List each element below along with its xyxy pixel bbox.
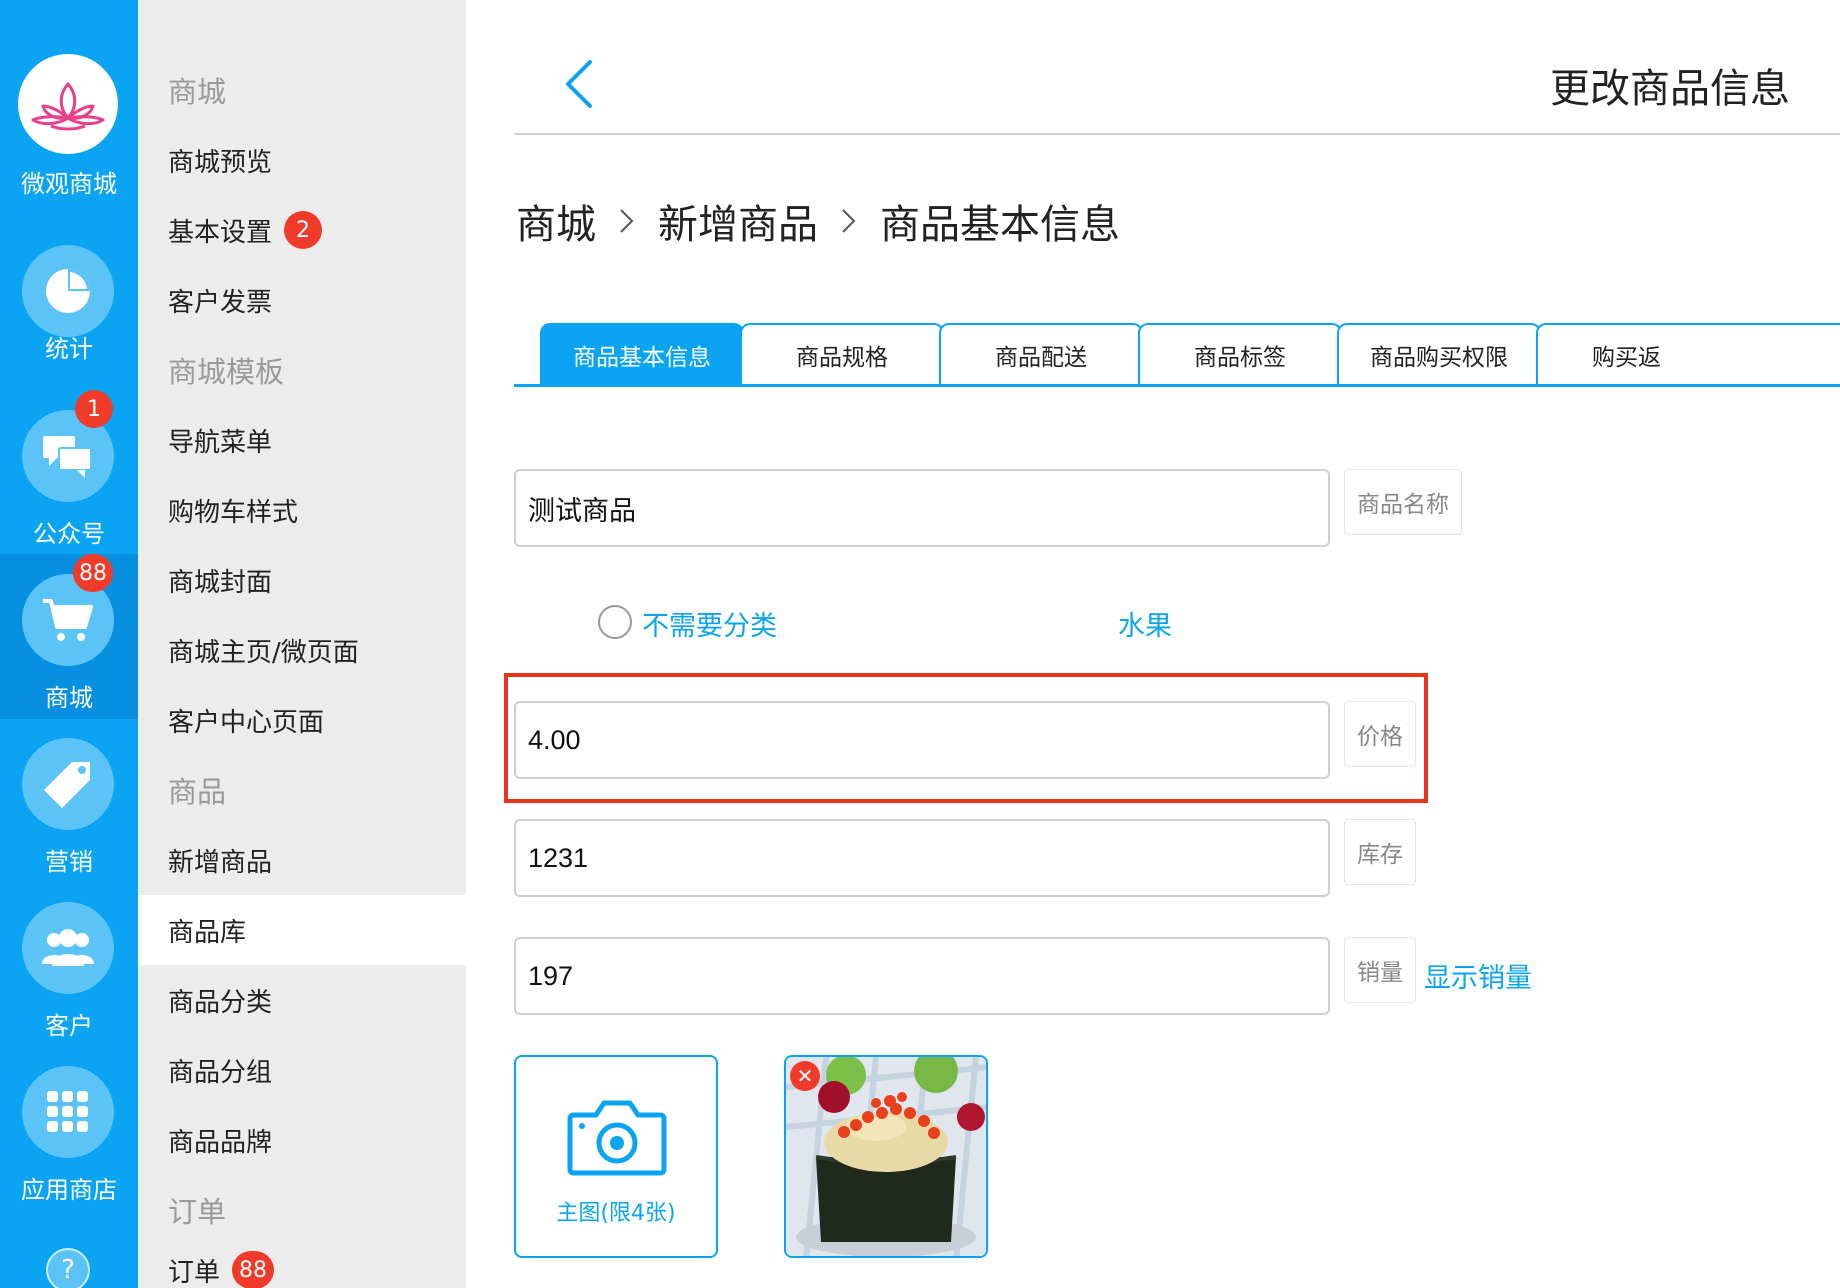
remove-image-icon[interactable]: ✕: [790, 1061, 820, 1091]
product-name-label: 商品名称: [1344, 469, 1462, 535]
tab-purchase-permission[interactable]: 商品购买权限: [1337, 323, 1541, 384]
rail-label-official-account: 公众号: [33, 520, 105, 548]
secondary-nav: 商城 商城预览 基本设置 2 客户发票 商城模板 导航菜单 购物车样式 商城封面 …: [138, 0, 466, 1288]
breadcrumb: 商城 新增商品 商品基本信息: [516, 192, 1120, 250]
rail-item-official-account[interactable]: 1 公众号: [0, 390, 138, 554]
product-image-thumbnail[interactable]: ✕: [784, 1055, 988, 1258]
rail-label-customers: 客户: [45, 1012, 93, 1040]
price-input[interactable]: 4.00: [514, 701, 1330, 779]
tab-delivery[interactable]: 商品配送: [939, 323, 1143, 384]
app-rail: 微观商城 统计 1 公众号 88 商城 营销 客户 应用商店 ?: [0, 0, 138, 1288]
breadcrumb-item-basic-info: 商品基本信息: [880, 202, 1120, 248]
rail-item-marketing[interactable]: 营销: [0, 718, 138, 882]
camera-icon: [567, 1100, 667, 1176]
tab-purchase-rebate[interactable]: 购买返: [1536, 323, 1840, 384]
category-selected[interactable]: 水果: [1118, 604, 1172, 643]
rail-label-app-store: 应用商店: [21, 1176, 117, 1204]
users-icon: [22, 902, 114, 994]
subnav-item-homepage[interactable]: 商城主页/微页面: [138, 615, 466, 685]
stock-input[interactable]: 1231: [514, 819, 1330, 897]
sushi-photo: [786, 1057, 986, 1256]
rail-item-mall[interactable]: 88 商城: [0, 554, 138, 719]
no-category-radio[interactable]: [598, 605, 632, 639]
sales-label: 销量: [1344, 937, 1416, 1003]
subnav-header-mall: 商城: [168, 75, 227, 109]
grid-apps-icon: [22, 1066, 114, 1158]
subnav-item-nav-menu[interactable]: 导航菜单: [138, 405, 466, 475]
chevron-right-icon: [620, 209, 634, 233]
sales-input[interactable]: 197: [514, 937, 1330, 1015]
stock-label: 库存: [1344, 819, 1416, 885]
subnav-header-products: 商品: [168, 775, 227, 809]
no-category-label[interactable]: 不需要分类: [642, 604, 777, 643]
pie-chart-icon: [22, 245, 114, 337]
tab-tags[interactable]: 商品标签: [1138, 323, 1342, 384]
subnav-item-cart-style[interactable]: 购物车样式: [138, 475, 466, 545]
subnav-item-product-library[interactable]: 商品库: [138, 895, 466, 965]
product-name-input[interactable]: 测试商品: [514, 469, 1330, 547]
subnav-item-mall-preview[interactable]: 商城预览: [138, 125, 466, 195]
subnav-header-orders: 订单: [168, 1195, 227, 1229]
subnav-item-add-product[interactable]: 新增商品: [138, 825, 466, 895]
lotus-logo-icon[interactable]: [18, 54, 118, 154]
page-title: 更改商品信息: [1550, 66, 1790, 112]
header-divider: [514, 133, 1840, 135]
badge-official-account: 1: [75, 390, 113, 428]
price-label: 价格: [1344, 701, 1416, 767]
tab-bar: 商品基本信息 商品规格 商品配送 商品标签 商品购买权限 购买返: [514, 323, 1840, 387]
rail-item-stats[interactable]: 统计: [0, 225, 138, 389]
subnav-item-product-category[interactable]: 商品分类: [138, 965, 466, 1035]
subnav-header-template: 商城模板: [168, 355, 285, 389]
tab-basic-info[interactable]: 商品基本信息: [540, 323, 744, 384]
breadcrumb-item-add-product[interactable]: 新增商品: [658, 192, 818, 250]
rail-label-marketing: 营销: [45, 848, 93, 876]
main-content: 更改商品信息 商城 新增商品 商品基本信息 商品基本信息 商品规格 商品配送 商…: [466, 0, 1840, 1288]
help-icon[interactable]: ?: [46, 1248, 90, 1288]
main-image-upload-label: 主图(限4张): [556, 1201, 676, 1226]
subnav-item-mall-cover[interactable]: 商城封面: [138, 545, 466, 615]
tag-icon: [22, 738, 114, 830]
badge-basic-settings: 2: [284, 211, 323, 249]
rail-item-app-store[interactable]: 应用商店: [0, 1046, 138, 1210]
subnav-item-product-group[interactable]: 商品分组: [138, 1035, 466, 1105]
tab-specs[interactable]: 商品规格: [740, 323, 944, 384]
rail-item-customers[interactable]: 客户: [0, 882, 138, 1046]
subnav-item-orders[interactable]: 订单 88: [138, 1240, 466, 1288]
badge-mall: 88: [73, 554, 113, 592]
badge-orders: 88: [232, 1251, 275, 1288]
back-arrow-icon[interactable]: [552, 54, 612, 114]
subnav-item-customer-center[interactable]: 客户中心页面: [138, 685, 466, 755]
subnav-item-product-brand[interactable]: 商品品牌: [138, 1105, 466, 1175]
show-sales-toggle[interactable]: 显示销量: [1424, 956, 1532, 995]
rail-label-stats: 统计: [45, 335, 93, 363]
logo-label: 微观商城: [21, 170, 117, 198]
chevron-right-icon: [842, 209, 856, 233]
subnav-item-basic-settings[interactable]: 基本设置 2: [138, 195, 466, 265]
main-image-upload[interactable]: 主图(限4张): [514, 1055, 718, 1258]
rail-label-mall: 商城: [45, 684, 93, 712]
breadcrumb-item-mall[interactable]: 商城: [516, 192, 596, 250]
subnav-item-invoice[interactable]: 客户发票: [138, 265, 466, 335]
